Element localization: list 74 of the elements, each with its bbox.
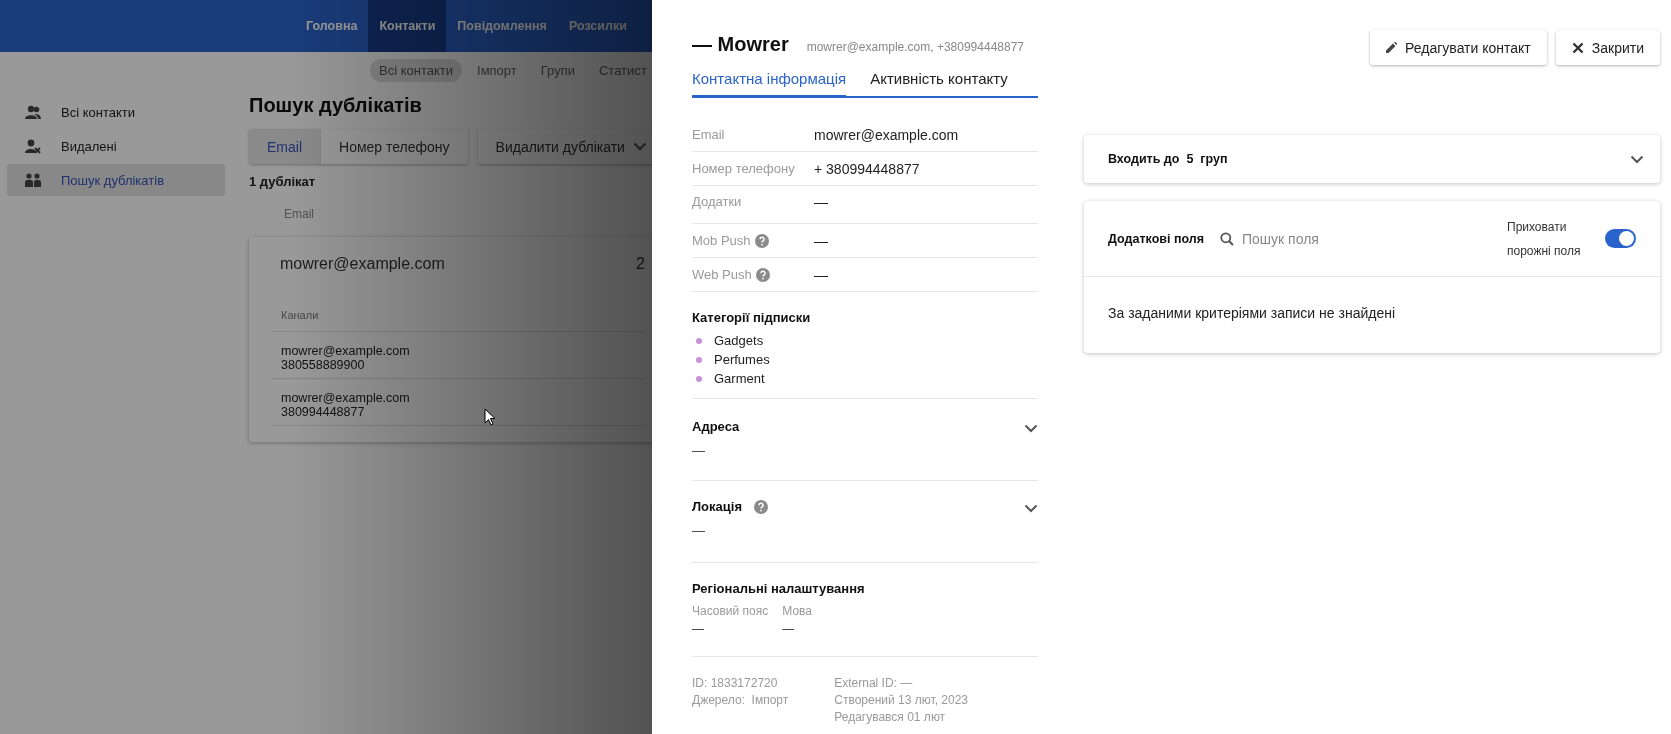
- close-button[interactable]: Закрити: [1555, 30, 1660, 65]
- chevron-icon[interactable]: [1630, 155, 1644, 164]
- pencil-icon: [1386, 42, 1398, 53]
- meta-text: Джерело: Імпорт: [692, 692, 789, 709]
- field-label: Додатки: [692, 194, 742, 209]
- panel-tab[interactable]: Активність контакту: [870, 70, 1008, 98]
- edit-button[interactable]: Редагувати контакт: [1370, 30, 1547, 65]
- category-item: Gadgets: [714, 333, 764, 348]
- toggle-label: Приховати порожні поля: [1507, 218, 1582, 260]
- section-value: —: [692, 523, 706, 538]
- cursor-icon: [484, 408, 496, 426]
- search-icon: [1220, 231, 1234, 246]
- subnav-tab[interactable]: Всі контакти: [370, 58, 462, 82]
- groups-title: Входить до 5 груп: [1108, 152, 1228, 166]
- section-title: Регіональні налаштування: [692, 581, 865, 596]
- contact-subtitle: mowrer@example.com, +380994448877: [806, 40, 1024, 54]
- bullet-icon: [696, 356, 702, 363]
- delete-duplicates-button[interactable]: Видалити дублікати: [477, 129, 652, 164]
- meta-text: ID: 1833172720: [692, 675, 779, 692]
- meta-text: Редагувався 01 лют: [834, 709, 947, 726]
- channel-phone: 380994448877: [281, 405, 365, 419]
- section-title: Адреса: [692, 419, 740, 434]
- field-value: —: [814, 232, 828, 249]
- field-label: Web Push: [692, 267, 752, 282]
- meta-text: External ID: —: [834, 675, 914, 692]
- section-title: Локація: [692, 499, 742, 514]
- empty-message: За заданими критеріями записи не знайдені: [1107, 304, 1397, 323]
- help-icon[interactable]: [754, 499, 768, 514]
- group-email: mowrer@example.com: [280, 255, 445, 273]
- nav-tab[interactable]: Контакти: [368, 0, 447, 52]
- contact-name: — Mowrer: [692, 33, 789, 56]
- category-item: Perfumes: [714, 352, 770, 367]
- search-field[interactable]: Пошук поля: [1242, 230, 1422, 247]
- section-title: Категорії підписки: [692, 310, 811, 325]
- subnav-tab[interactable]: Групи: [531, 58, 584, 82]
- field-value: —: [814, 194, 828, 210]
- group-count: 2: [636, 255, 645, 273]
- sidebar-item[interactable]: Видалені: [7, 130, 225, 162]
- field-label: Email: [692, 127, 725, 142]
- field-label: Mob Push: [692, 233, 751, 248]
- card-title: Додаткові поля: [1108, 231, 1204, 246]
- subnav-tab[interactable]: Імпорт: [468, 58, 526, 82]
- channel-phone: 380558889900: [281, 358, 365, 372]
- field-value: + 380994448877: [814, 160, 920, 177]
- toggle-switch[interactable]: [1605, 229, 1636, 248]
- category-item: Garment: [714, 371, 765, 386]
- field-label: Номер телефону: [692, 161, 795, 176]
- duplicate-count: 1 дублікат: [249, 174, 317, 189]
- close-icon: [1571, 41, 1584, 54]
- chevron-icon[interactable]: [1024, 504, 1038, 513]
- column-header: Email: [284, 207, 314, 221]
- groups-card[interactable]: Входить до 5 груп: [1084, 135, 1660, 183]
- sidebar-item[interactable]: Пошук дублікатів: [7, 164, 225, 196]
- field-value: —: [814, 266, 828, 283]
- help-icon[interactable]: [754, 233, 769, 248]
- filter-tab[interactable]: Email: [249, 129, 320, 164]
- field-value: mowrer@example.com: [814, 126, 959, 143]
- page-title: Пошук дублікатів: [249, 94, 423, 117]
- bullet-icon: [696, 337, 702, 344]
- column-header: Канали: [281, 309, 319, 321]
- field-label: Часовий пояс: [692, 604, 769, 618]
- channel-email: mowrer@example.com: [281, 391, 410, 405]
- chevron-icon[interactable]: [1024, 424, 1038, 433]
- filter-tab[interactable]: Номер телефону: [320, 129, 468, 164]
- sidebar-item[interactable]: Всі контакти: [7, 96, 225, 128]
- section-value: —: [692, 443, 706, 458]
- panel-tab[interactable]: Контактна інформація: [692, 70, 847, 98]
- bullet-icon: [696, 375, 702, 382]
- channel-email: mowrer@example.com: [281, 344, 410, 358]
- field-value: —: [692, 622, 705, 636]
- meta-text: Створений 13 лют, 2023: [834, 692, 968, 709]
- help-icon[interactable]: [755, 267, 770, 282]
- field-value: —: [782, 622, 796, 636]
- field-label: Мова: [782, 604, 812, 618]
